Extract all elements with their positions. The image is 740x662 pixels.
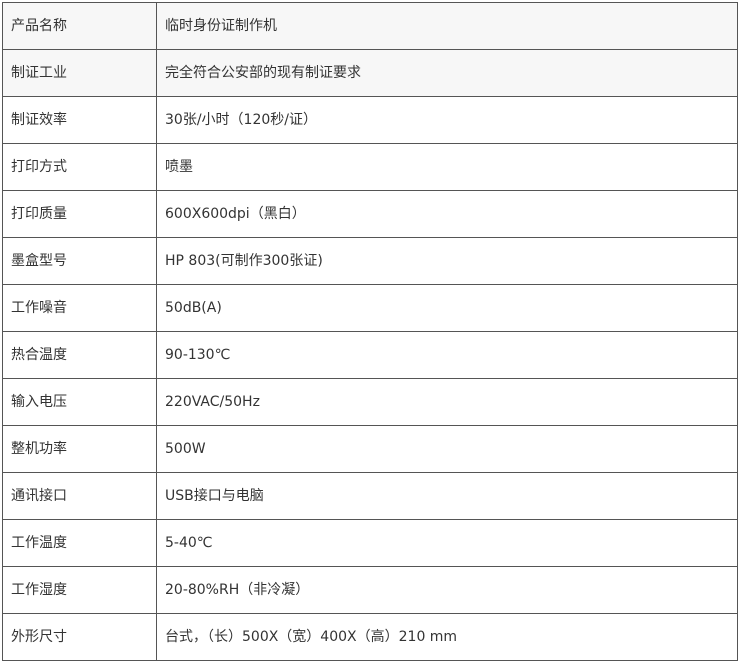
row-label: 产品名称 xyxy=(2,2,157,50)
table-row: 工作湿度 20-80%RH（非冷凝） xyxy=(2,566,738,614)
row-label: 整机功率 xyxy=(2,425,157,473)
table-row: 整机功率 500W xyxy=(2,425,738,473)
row-value: 90-130℃ xyxy=(156,331,738,379)
row-label: 输入电压 xyxy=(2,378,157,426)
row-value: 喷墨 xyxy=(156,143,738,191)
row-value: 600X600dpi（黑白） xyxy=(156,190,738,238)
row-label: 制证效率 xyxy=(2,96,157,144)
row-value: 临时身份证制作机 xyxy=(156,2,738,50)
row-value: 30张/小时（120秒/证） xyxy=(156,96,738,144)
row-label: 制证工业 xyxy=(2,49,157,97)
row-value: HP 803(可制作300张证) xyxy=(156,237,738,285)
row-label: 热合温度 xyxy=(2,331,157,379)
table-row: 制证工业 完全符合公安部的现有制证要求 xyxy=(2,49,738,97)
row-label: 工作湿度 xyxy=(2,566,157,614)
row-value: 5-40℃ xyxy=(156,519,738,567)
table-row: 工作噪音 50dB(A) xyxy=(2,284,738,332)
table-row: 制证效率 30张/小时（120秒/证） xyxy=(2,96,738,144)
row-label: 打印方式 xyxy=(2,143,157,191)
row-value: 台式，（长）500X（宽）400X（高）210 mm xyxy=(156,613,738,661)
row-value: 完全符合公安部的现有制证要求 xyxy=(156,49,738,97)
table-row: 产品名称 临时身份证制作机 xyxy=(2,2,738,50)
row-label: 打印质量 xyxy=(2,190,157,238)
table-row: 工作温度 5-40℃ xyxy=(2,519,738,567)
table-row: 热合温度 90-130℃ xyxy=(2,331,738,379)
row-label: 墨盒型号 xyxy=(2,237,157,285)
row-label: 通讯接口 xyxy=(2,472,157,520)
row-value: 220VAC/50Hz xyxy=(156,378,738,426)
row-label: 工作噪音 xyxy=(2,284,157,332)
table-row: 输入电压 220VAC/50Hz xyxy=(2,378,738,426)
table-row: 外形尺寸 台式，（长）500X（宽）400X（高）210 mm xyxy=(2,613,738,661)
table-row: 通讯接口 USB接口与电脑 xyxy=(2,472,738,520)
spec-table: 产品名称 临时身份证制作机 制证工业 完全符合公安部的现有制证要求 制证效率 3… xyxy=(2,2,738,661)
row-label: 外形尺寸 xyxy=(2,613,157,661)
row-value: USB接口与电脑 xyxy=(156,472,738,520)
spec-table-body: 产品名称 临时身份证制作机 制证工业 完全符合公安部的现有制证要求 制证效率 3… xyxy=(2,2,738,661)
row-value: 20-80%RH（非冷凝） xyxy=(156,566,738,614)
table-row: 墨盒型号 HP 803(可制作300张证) xyxy=(2,237,738,285)
table-row: 打印方式 喷墨 xyxy=(2,143,738,191)
row-label: 工作温度 xyxy=(2,519,157,567)
table-row: 打印质量 600X600dpi（黑白） xyxy=(2,190,738,238)
row-value: 500W xyxy=(156,425,738,473)
row-value: 50dB(A) xyxy=(156,284,738,332)
